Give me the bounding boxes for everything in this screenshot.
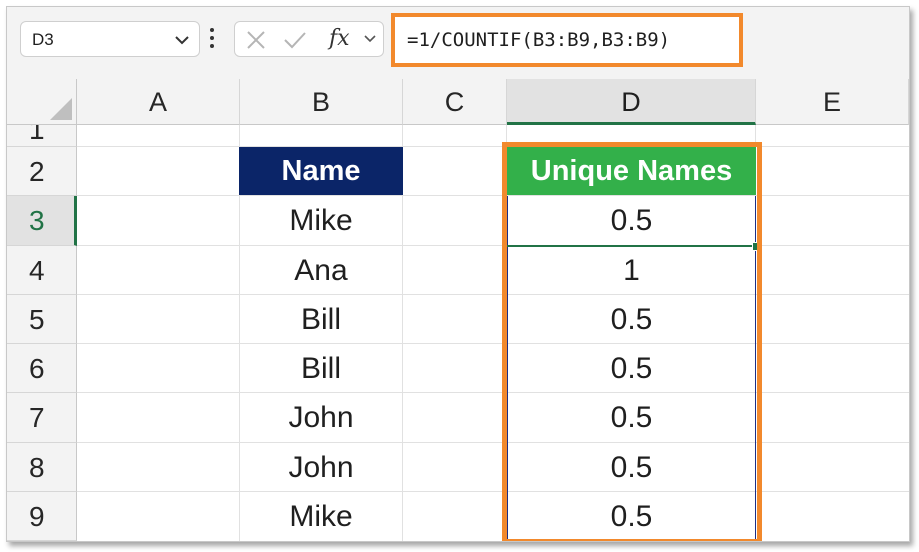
column-header-e[interactable]: E: [756, 79, 909, 125]
column-header-a[interactable]: A: [77, 79, 240, 125]
name-cell[interactable]: Ana: [240, 246, 402, 295]
formula-bar: D3 fx =1/COUNTIF(B3:B9,B3:B9): [7, 7, 909, 79]
row-header-7[interactable]: 7: [7, 393, 77, 443]
row-header-9[interactable]: 9: [7, 492, 77, 541]
row-header-6[interactable]: 6: [7, 344, 77, 393]
enter-check-icon[interactable]: [283, 30, 307, 50]
highlight-box: [502, 142, 762, 541]
name-cell[interactable]: Mike: [240, 196, 402, 246]
row-header-5[interactable]: 5: [7, 295, 77, 344]
more-options-icon[interactable]: [210, 28, 216, 50]
gridline: [77, 146, 909, 147]
table-header-name[interactable]: Name: [239, 147, 403, 195]
worksheet-grid: A B C D E 1 2 3 4 5 6 7 8 9 Name Unique …: [7, 79, 909, 541]
insert-function-icon[interactable]: fx: [329, 26, 350, 51]
name-box-value: D3: [32, 30, 54, 49]
column-header-c[interactable]: C: [403, 79, 507, 125]
cancel-icon[interactable]: [245, 30, 267, 50]
row-header-4[interactable]: 4: [7, 246, 77, 295]
chevron-down-icon[interactable]: [173, 31, 191, 49]
gridline: [77, 491, 909, 492]
formula-input[interactable]: =1/COUNTIF(B3:B9,B3:B9): [391, 13, 743, 67]
formula-text: =1/COUNTIF(B3:B9,B3:B9): [407, 29, 671, 51]
column-header-b[interactable]: B: [240, 79, 403, 125]
gridline: [77, 392, 909, 393]
gridline: [77, 195, 909, 196]
gridline: [77, 245, 909, 246]
row-header-1[interactable]: 1: [7, 125, 77, 147]
gridline: [77, 343, 909, 344]
gridline: [77, 294, 909, 295]
column-header-d[interactable]: D: [507, 79, 756, 125]
spreadsheet-window: D3 fx =1/COUNTIF(B3:B9,B3:B9) A B C D E …: [6, 6, 910, 542]
name-cell[interactable]: Mike: [240, 492, 402, 541]
name-box[interactable]: D3: [20, 21, 200, 57]
row-header-2[interactable]: 2: [7, 147, 77, 196]
row-header-8[interactable]: 8: [7, 443, 77, 492]
name-cell[interactable]: John: [240, 393, 402, 443]
select-all-corner[interactable]: [7, 79, 77, 125]
chevron-down-icon[interactable]: [363, 33, 377, 45]
gridline: [77, 442, 909, 443]
row-header-3[interactable]: 3: [7, 196, 77, 246]
name-cell[interactable]: Bill: [240, 344, 402, 393]
name-cell[interactable]: Bill: [240, 295, 402, 344]
formula-buttons: fx: [234, 21, 384, 57]
name-cell[interactable]: John: [240, 443, 402, 492]
